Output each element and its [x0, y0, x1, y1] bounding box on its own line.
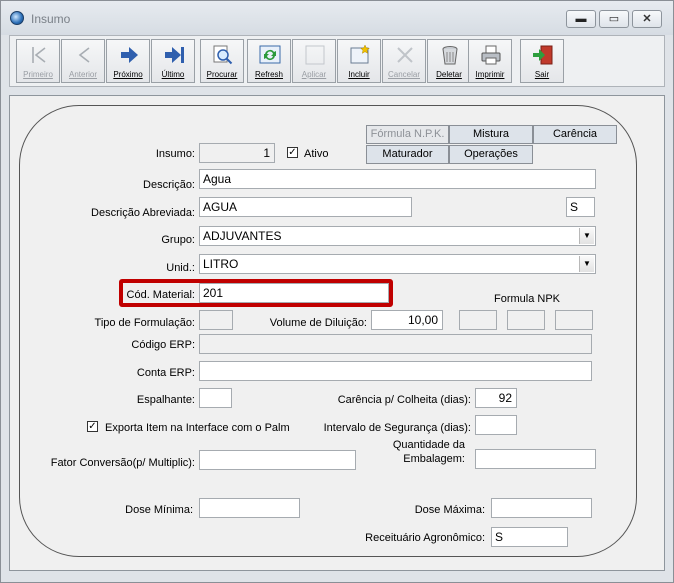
- highlight-box: [119, 279, 393, 307]
- exporta-palm-label: Exporta Item na Interface com o Palm: [105, 422, 290, 434]
- new-button-label: Incluir: [348, 70, 370, 79]
- window-title: Insumo: [31, 12, 71, 26]
- minimize-button[interactable]: ▬: [566, 10, 596, 28]
- previous-button-label: Anterior: [68, 70, 97, 79]
- apply-button[interactable]: Aplicar: [292, 39, 336, 83]
- search-icon: [213, 45, 233, 65]
- intervalo-seguranca-field[interactable]: [475, 415, 517, 435]
- apply-button-label: Aplicar: [301, 70, 327, 79]
- grupo-value: ADJUVANTES: [203, 229, 282, 243]
- apply-icon: [305, 45, 325, 65]
- conta-erp-label: Conta ERP:: [136, 367, 195, 379]
- chevron-down-icon[interactable]: ▼: [579, 228, 594, 244]
- ativo-checkbox[interactable]: ✓: [287, 147, 298, 158]
- s-field[interactable]: S: [566, 197, 595, 217]
- tab-mistura[interactable]: Mistura: [449, 125, 533, 144]
- descricao-abreviada-field[interactable]: AGUA: [199, 197, 412, 217]
- new-button[interactable]: Incluir: [337, 39, 381, 83]
- title-bar[interactable]: Insumo ▬ ▭ ✕: [1, 1, 673, 35]
- conta-erp-field[interactable]: [199, 361, 592, 381]
- intervalo-seguranca-label: Intervalo de Segurança (dias):: [323, 422, 471, 434]
- espalhante-field[interactable]: [199, 388, 232, 408]
- search-button[interactable]: Procurar: [200, 39, 244, 83]
- unid-label: Unid.:: [166, 262, 195, 274]
- dose-maxima-label: Dose Máxima:: [414, 504, 485, 516]
- fator-conversao-label: Fator Conversão(p/ Multiplic):: [50, 457, 195, 469]
- formula-npk-k-field[interactable]: [555, 310, 593, 330]
- refresh-button-label: Refresh: [254, 70, 283, 79]
- next-button[interactable]: Próximo: [106, 39, 150, 83]
- carencia-colheita-field[interactable]: 92: [475, 388, 517, 408]
- first-button-label: Primeiro: [23, 70, 53, 79]
- next-record-icon: [121, 47, 138, 63]
- tab-operacoes[interactable]: Operações: [449, 145, 533, 164]
- exit-door-icon: [533, 45, 553, 65]
- previous-button[interactable]: Anterior: [61, 39, 105, 83]
- volume-diluicao-label: Volume de Diluição:: [269, 317, 367, 329]
- formula-npk-p-field[interactable]: [507, 310, 545, 330]
- close-button[interactable]: ✕: [632, 10, 662, 28]
- tab-carencia[interactable]: Carência: [533, 125, 617, 144]
- tab-maturador[interactable]: Maturador: [366, 145, 449, 164]
- next-button-label: Próximo: [113, 70, 143, 79]
- tab-formula-npk[interactable]: Fórmula N.P.K.: [366, 125, 449, 144]
- last-record-icon: [165, 47, 184, 63]
- cancel-button-label: Cancelar: [387, 70, 420, 79]
- delete-button-label: Deletar: [436, 70, 462, 79]
- maximize-button[interactable]: ▭: [599, 10, 629, 28]
- refresh-icon: [259, 45, 281, 64]
- toolbar: Primeiro Anterior Próximo Último Procura…: [9, 35, 665, 87]
- exit-button[interactable]: Sair: [520, 39, 564, 83]
- descricao-label: Descrição:: [143, 179, 195, 191]
- formula-npk-n-field[interactable]: [459, 310, 497, 330]
- quantidade-embalagem-label-line1: Quantidade da: [392, 439, 465, 451]
- grupo-label: Grupo:: [161, 234, 195, 246]
- new-record-icon: [350, 44, 370, 64]
- cancel-icon: [397, 47, 413, 63]
- descricao-abreviada-label: Descrição Abreviada:: [91, 207, 195, 219]
- fator-conversao-field[interactable]: [199, 450, 356, 470]
- receituario-field[interactable]: S: [491, 527, 568, 547]
- app-icon: [10, 11, 24, 25]
- insumo-field[interactable]: 1: [199, 143, 275, 163]
- carencia-colheita-label: Carência p/ Colheita (dias):: [337, 394, 471, 406]
- print-button-label: Imprimir: [475, 70, 505, 79]
- receituario-label: Receituário Agronômico:: [365, 532, 485, 544]
- delete-button[interactable]: Deletar: [427, 39, 471, 83]
- codigo-erp-field[interactable]: [199, 334, 592, 354]
- cancel-button[interactable]: Cancelar: [382, 39, 426, 83]
- search-button-label: Procurar: [206, 70, 238, 79]
- first-button[interactable]: Primeiro: [16, 39, 60, 83]
- insumo-label: Insumo:: [155, 148, 195, 160]
- volume-diluicao-field[interactable]: 10,00: [371, 310, 443, 330]
- dose-minima-field[interactable]: [199, 498, 300, 518]
- exporta-palm-checkbox[interactable]: ✓: [87, 421, 98, 432]
- formula-npk-label: Formula NPK: [494, 293, 561, 305]
- previous-record-icon: [78, 47, 90, 63]
- first-record-icon: [32, 47, 46, 63]
- dose-maxima-field[interactable]: [491, 498, 592, 518]
- trash-icon: [442, 46, 458, 65]
- insumo-window: Insumo ▬ ▭ ✕ Primeiro Anterior Próximo Ú…: [0, 0, 674, 583]
- refresh-button[interactable]: Refresh: [247, 39, 291, 83]
- codigo-erp-label: Código ERP:: [131, 339, 195, 351]
- tipo-formulacao-field[interactable]: [199, 310, 233, 330]
- exit-button-label: Sair: [534, 70, 550, 79]
- unid-select[interactable]: LITRO ▼: [199, 254, 596, 274]
- ativo-label: Ativo: [304, 148, 329, 160]
- espalhante-label: Espalhante:: [136, 394, 195, 406]
- quantidade-embalagem-field[interactable]: [475, 449, 596, 469]
- grupo-select[interactable]: ADJUVANTES ▼: [199, 226, 596, 246]
- print-button[interactable]: Imprimir: [468, 39, 512, 83]
- last-button[interactable]: Último: [151, 39, 195, 83]
- last-button-label: Último: [161, 70, 185, 79]
- dose-minima-label: Dose Mínima:: [125, 504, 193, 516]
- printer-icon: [481, 45, 501, 65]
- unid-value: LITRO: [203, 257, 239, 271]
- descricao-field[interactable]: Agua: [199, 169, 596, 189]
- chevron-down-icon[interactable]: ▼: [579, 256, 594, 272]
- quantidade-embalagem-label-line2: Embalagem:: [403, 453, 465, 465]
- tipo-formulacao-label: Tipo de Formulação:: [94, 317, 195, 329]
